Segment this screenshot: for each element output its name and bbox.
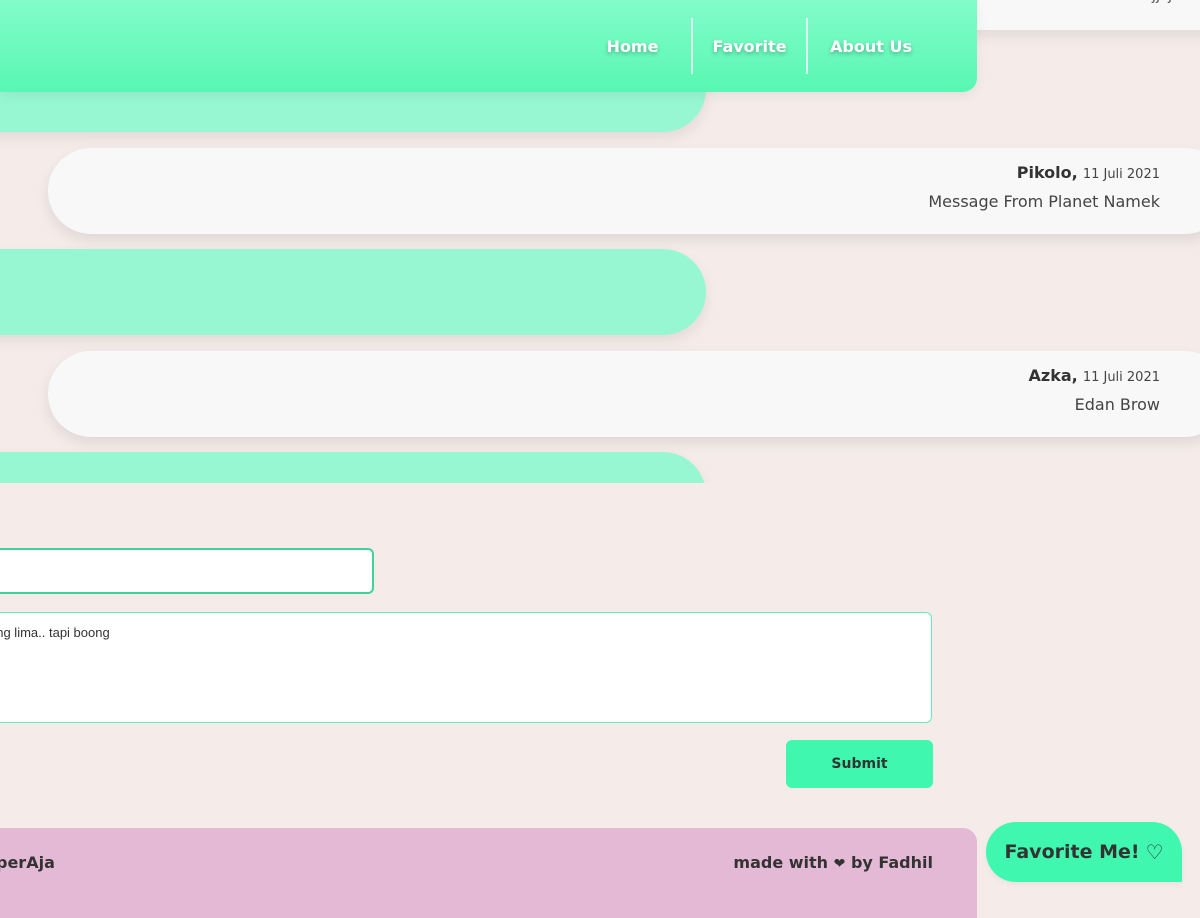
message-body: Edan Brow bbox=[1074, 395, 1160, 414]
message-textarea[interactable]: ang lima.. tapi boong bbox=[0, 612, 932, 723]
heart-outline-icon: ♡ bbox=[1145, 840, 1164, 864]
nav-favorite-link[interactable]: Favorite bbox=[691, 18, 806, 74]
submit-button[interactable]: Submit bbox=[786, 740, 933, 788]
favorite-me-label: Favorite Me! bbox=[1004, 841, 1140, 863]
message-author: Azka, bbox=[1028, 366, 1078, 385]
footer-credit: made with ❤ by Fadhil bbox=[733, 853, 933, 872]
favorite-me-button[interactable]: Favorite Me! ♡ bbox=[986, 822, 1182, 882]
message-date: 11 Juli 2021 bbox=[1082, 167, 1160, 182]
message-bubble-green bbox=[0, 452, 706, 483]
top-navbar: Home Favorite About Us bbox=[0, 0, 977, 92]
footer-made-with: made with bbox=[733, 853, 829, 872]
message-header: Azka, 11 Juli 2021 bbox=[1029, 366, 1161, 385]
footer: perAja made with ❤ by Fadhil bbox=[0, 828, 977, 918]
heart-solid-icon: ❤ bbox=[833, 856, 846, 872]
name-input[interactable] bbox=[0, 548, 374, 594]
footer-author: by Fadhil bbox=[850, 853, 933, 872]
message-textarea-value: ang lima.. tapi boong bbox=[0, 625, 110, 640]
message-card: Pikolo, 11 Juli 2021 Message From Planet… bbox=[48, 148, 1200, 234]
main-nav: Home Favorite About Us bbox=[574, 18, 977, 74]
footer-brand: perAja bbox=[0, 853, 55, 872]
nav-home-link[interactable]: Home bbox=[574, 18, 691, 74]
message-card: Azka, 11 Juli 2021 Edan Brow bbox=[48, 351, 1200, 437]
message-body-partial: xjjsjs bbox=[1143, 0, 1180, 4]
message-bubble-green bbox=[0, 249, 706, 335]
message-author: Pikolo, bbox=[1016, 163, 1078, 182]
message-body: Message From Planet Namek bbox=[928, 192, 1160, 211]
message-date: 11 Juli 2021 bbox=[1082, 370, 1160, 385]
message-header: Pikolo, 11 Juli 2021 bbox=[1017, 163, 1160, 182]
nav-about-link[interactable]: About Us bbox=[806, 18, 934, 74]
